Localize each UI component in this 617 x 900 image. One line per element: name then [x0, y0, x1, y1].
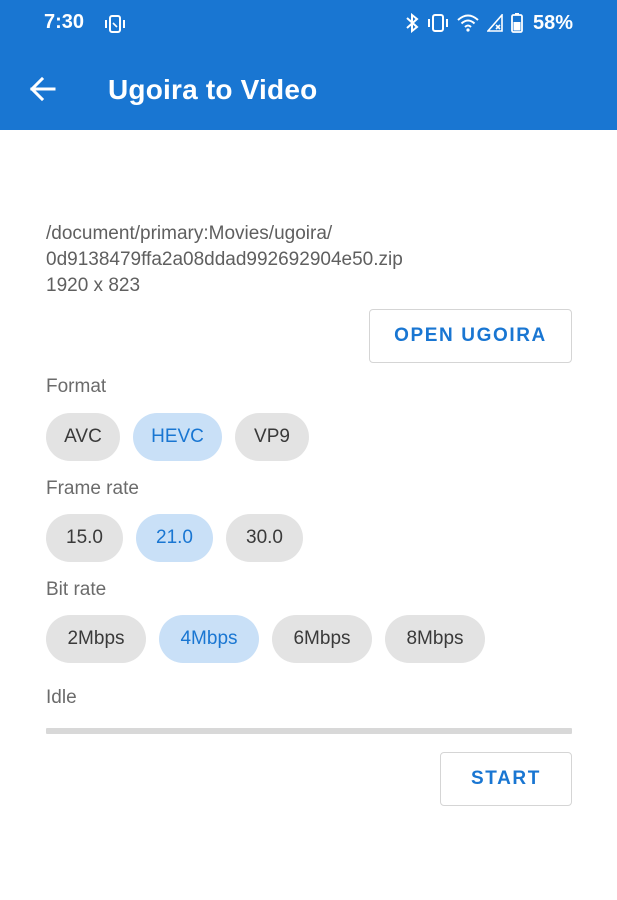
- bit-rate-chip-6mbps[interactable]: 6Mbps: [272, 615, 372, 663]
- format-label: Format: [46, 376, 107, 397]
- frame-rate-label: Frame rate: [46, 478, 139, 499]
- frame-rate-chip-30[interactable]: 30.0: [226, 514, 303, 562]
- format-chip-vp9[interactable]: VP9: [235, 413, 309, 461]
- wifi-icon: [457, 14, 479, 32]
- frame-rate-chip-15[interactable]: 15.0: [46, 514, 123, 562]
- battery-icon: [511, 13, 523, 33]
- status-time: 7:30: [44, 11, 85, 33]
- cellular-signal-icon: [486, 14, 503, 32]
- bit-rate-chip-8mbps[interactable]: 8Mbps: [385, 615, 485, 663]
- bit-rate-label: Bit rate: [46, 579, 107, 600]
- format-chip-hevc[interactable]: HEVC: [133, 413, 222, 461]
- app-title: Ugoira to Video: [108, 74, 318, 105]
- progress-bar: [46, 728, 572, 734]
- start-button[interactable]: START: [440, 752, 572, 806]
- top-bar: 7:30 58% Ugoira to Video: [0, 0, 617, 130]
- bit-rate-chip-4mbps[interactable]: 4Mbps: [159, 615, 259, 663]
- file-path: /document/primary:Movies/ugoira/ 0d91384…: [46, 223, 403, 270]
- status-icons: 58%: [405, 10, 573, 36]
- open-ugoira-button[interactable]: OPEN UGOIRA: [369, 309, 572, 363]
- app-bar: Ugoira to Video: [0, 52, 617, 128]
- frame-rate-chip-21[interactable]: 21.0: [136, 514, 213, 562]
- frame-rate-chip-group: 15.0 21.0 30.0: [46, 514, 303, 562]
- bit-rate-chip-2mbps[interactable]: 2Mbps: [46, 615, 146, 663]
- vibrate-notification-icon: [104, 14, 126, 34]
- back-arrow-icon[interactable]: [28, 74, 58, 104]
- video-dimensions: 1920 x 823: [46, 275, 141, 296]
- format-chip-group: AVC HEVC VP9: [46, 413, 309, 461]
- format-chip-avc[interactable]: AVC: [46, 413, 120, 461]
- battery-percentage: 58%: [532, 11, 573, 34]
- bit-rate-chip-group: 2Mbps 4Mbps 6Mbps 8Mbps: [46, 615, 485, 663]
- status-bar: 7:30 58%: [0, 0, 617, 48]
- vibrate-icon: [427, 13, 449, 33]
- status-text: Idle: [46, 687, 77, 708]
- bluetooth-icon: [405, 13, 419, 33]
